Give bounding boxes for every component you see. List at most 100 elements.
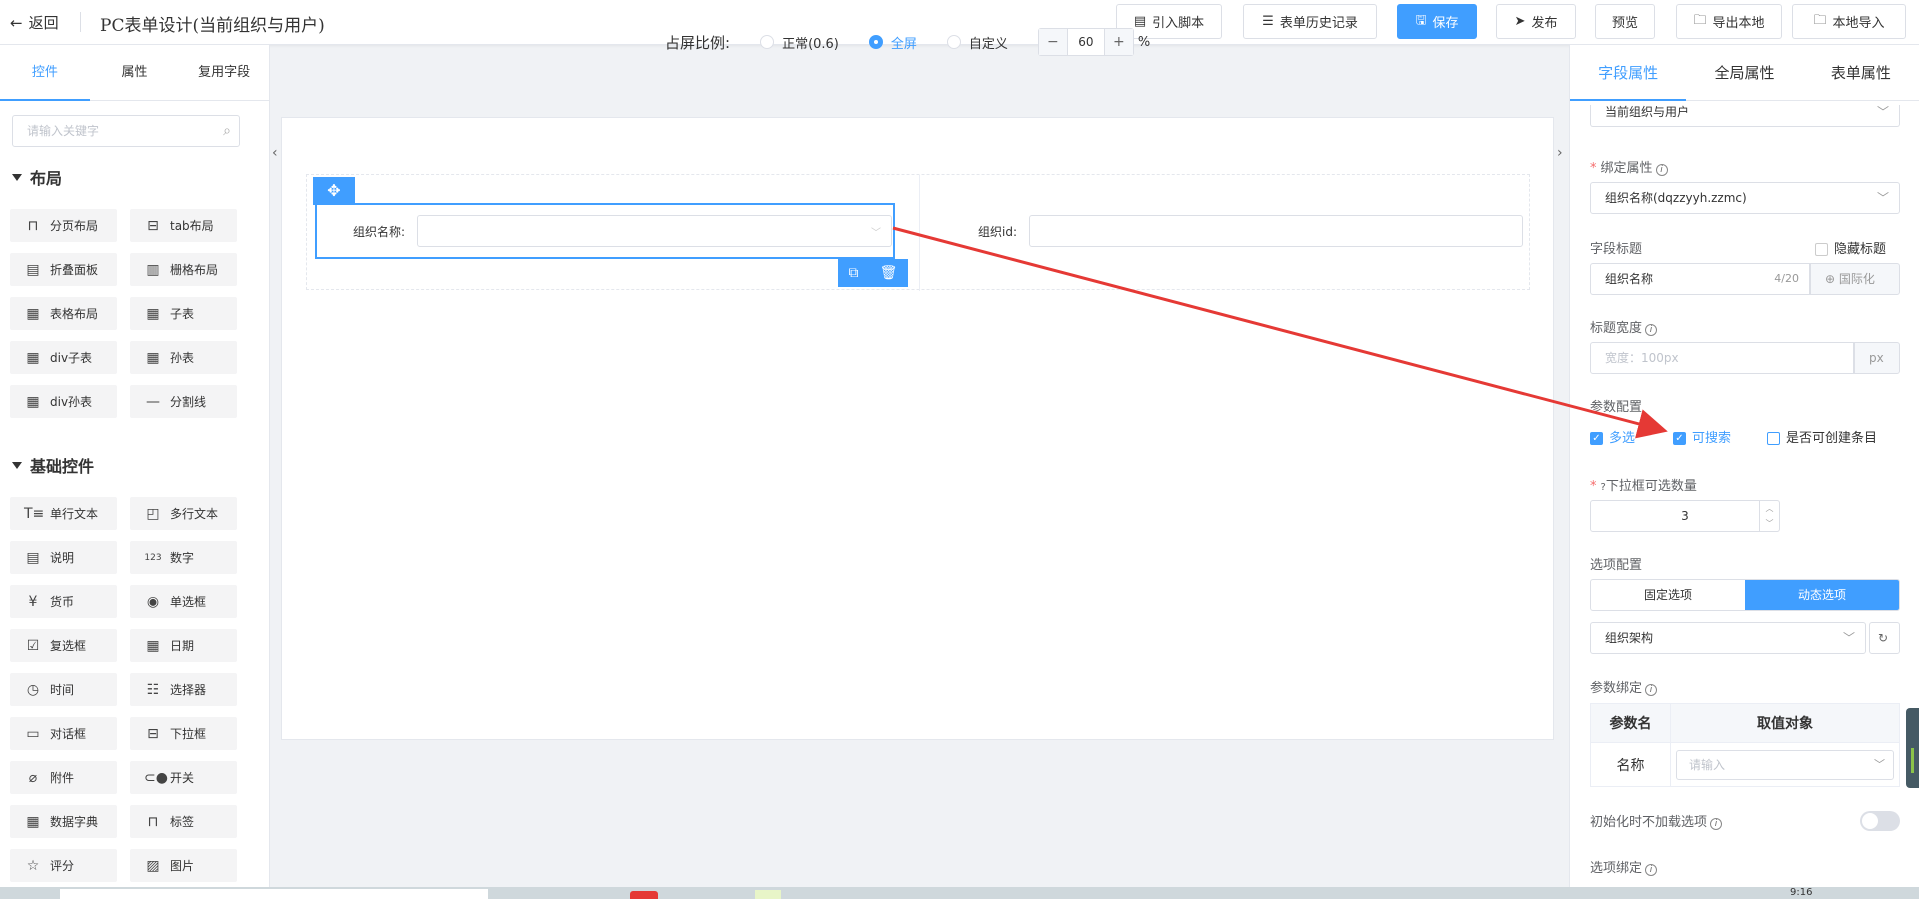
control-table-layout[interactable]: ▦ 表格布局 xyxy=(10,297,117,330)
bind-attr-select[interactable]: 组织名称(dqzzyyh.zzmc) ﹀ xyxy=(1590,182,1900,214)
org-id-input[interactable] xyxy=(1029,215,1523,247)
control-number[interactable]: 123 数字 xyxy=(130,541,237,574)
control-div-grandchild-table[interactable]: ▦ div孙表 xyxy=(10,385,117,418)
fixed-options-button[interactable]: 固定选项 xyxy=(1591,580,1745,610)
zoom-minus-button[interactable]: − xyxy=(1038,29,1067,55)
side-widget[interactable] xyxy=(1906,708,1919,788)
control-dialog[interactable]: ▭ 对话框 xyxy=(10,717,117,750)
ratio-fullscreen-radio[interactable] xyxy=(868,35,883,49)
control-rating[interactable]: ☆ 评分 xyxy=(10,849,117,882)
export-button[interactable]: 🗀 导出本地 xyxy=(1676,4,1782,39)
taskbar-app-icon[interactable] xyxy=(630,891,658,899)
collapse-right-icon[interactable]: › xyxy=(1557,145,1563,161)
check-icon: ✓ xyxy=(1590,432,1603,445)
back-button[interactable]: ← 返回 xyxy=(10,12,59,33)
org-name-select[interactable]: ﹀ xyxy=(417,215,892,247)
copy-icon[interactable]: ⧉ xyxy=(849,265,859,281)
table-icon: ▦ xyxy=(26,393,40,410)
control-tab-layout[interactable]: ⊟ tab布局 xyxy=(130,209,237,242)
bookmark-icon: ⊓ xyxy=(147,813,159,830)
title-width-unit: px xyxy=(1854,342,1900,374)
param-value-select[interactable]: 请输入 ﹀ xyxy=(1676,749,1894,780)
tab-form-properties[interactable]: 表单属性 xyxy=(1803,45,1919,100)
ratio-normal-radio[interactable] xyxy=(760,35,775,49)
delete-icon[interactable]: 🗑 xyxy=(880,265,898,281)
control-subtable[interactable]: ▦ 子表 xyxy=(130,297,237,330)
title-width-input[interactable]: 宽度：100px xyxy=(1590,342,1854,374)
save-button[interactable]: 🖫 保存 xyxy=(1397,4,1477,39)
zoom-plus-button[interactable]: + xyxy=(1104,29,1133,55)
import-local-button[interactable]: 🗀 本地导入 xyxy=(1792,4,1906,39)
control-checkbox[interactable]: ☑ 复选框 xyxy=(10,629,117,662)
creatable-checkbox[interactable]: 是否可创建条目 xyxy=(1767,427,1877,446)
control-type-select[interactable]: 当前组织与用户 ﹀ xyxy=(1590,105,1900,127)
control-grid-layout[interactable]: ▥ 栅格布局 xyxy=(130,253,237,286)
dynamic-options-button[interactable]: 动态选项 xyxy=(1745,580,1899,610)
control-description[interactable]: ▤ 说明 xyxy=(10,541,117,574)
info-icon[interactable]: i xyxy=(1645,864,1658,876)
control-div-subtable[interactable]: ▦ div子表 xyxy=(10,341,117,374)
tab-field-properties[interactable]: 字段属性 xyxy=(1570,45,1687,101)
control-data-dictionary[interactable]: ▦ 数据字典 xyxy=(10,805,117,838)
option-source-select[interactable]: 组织架构 ﹀ xyxy=(1590,622,1866,654)
control-multi-line-text[interactable]: ◰ 多行文本 xyxy=(130,497,237,530)
control-search-input[interactable]: 请输入关键字 ⌕ xyxy=(12,115,240,147)
info-icon[interactable]: i xyxy=(1710,818,1723,830)
tab-global-properties[interactable]: 全局属性 xyxy=(1686,45,1802,100)
taskbar-search[interactable] xyxy=(60,889,488,899)
dropdown-count-input[interactable]: 3 ︿ ﹀ xyxy=(1590,500,1780,532)
info-icon[interactable]: i xyxy=(1645,324,1658,336)
text-icon: T≡ xyxy=(24,505,45,522)
i18n-button[interactable]: ⊕ 国际化 xyxy=(1810,263,1900,295)
option-mode-toggle: 固定选项 动态选项 xyxy=(1590,579,1900,611)
selected-field-org-name[interactable]: 组织名称: ﹀ xyxy=(315,203,895,259)
control-divider[interactable]: — 分割线 xyxy=(130,385,237,418)
control-radio[interactable]: ◉ 单选框 xyxy=(130,585,237,618)
star-icon: ☆ xyxy=(26,857,40,874)
control-grandchild-table[interactable]: ▦ 孙表 xyxy=(130,341,237,374)
tab-reuse-fields[interactable]: 复用字段 xyxy=(179,45,269,100)
searchable-checkbox[interactable]: ✓ 可搜索 xyxy=(1673,427,1731,446)
section-basic-controls[interactable]: 基础控件 xyxy=(12,453,94,477)
field-label: 组织名称: xyxy=(353,225,406,239)
tab-controls[interactable]: 控件 xyxy=(0,45,90,101)
control-currency[interactable]: ¥ 货币 xyxy=(10,585,117,618)
control-single-line-text[interactable]: T≡ 单行文本 xyxy=(10,497,117,530)
field-action-bar: ⧉ 🗑 xyxy=(838,259,908,287)
screen-ratio-control: 占屏比例: 正常(0.6) 全屏 自定义 − 60 + % xyxy=(665,28,1150,56)
zoom-value[interactable]: 60 xyxy=(1066,29,1105,55)
move-icon[interactable]: ✥ xyxy=(313,177,355,205)
history-button[interactable]: ☰ 表单历史记录 xyxy=(1243,4,1377,39)
control-image[interactable]: ▨ 图片 xyxy=(130,849,237,882)
control-tag[interactable]: ⊓ 标签 xyxy=(130,805,237,838)
option-bind-label: 选项绑定 i xyxy=(1590,857,1658,876)
no-load-label: 初始化时不加载选项 i xyxy=(1590,811,1723,830)
control-attachment[interactable]: ⌀ 附件 xyxy=(10,761,117,794)
spinner-arrows-icon[interactable]: ︿ ﹀ xyxy=(1759,501,1779,531)
no-load-switch[interactable] xyxy=(1860,811,1900,831)
control-date[interactable]: ▦ 日期 xyxy=(130,629,237,662)
collapse-left-icon[interactable]: ‹ xyxy=(272,145,278,161)
number-icon: 123 xyxy=(144,552,162,563)
field-title-input[interactable]: 组织名称 4/20 xyxy=(1590,263,1810,295)
control-selector[interactable]: ☷ 选择器 xyxy=(130,673,237,706)
control-collapse-panel[interactable]: ▤ 折叠面板 xyxy=(10,253,117,286)
info-icon[interactable]: i xyxy=(1655,164,1668,176)
tab-properties[interactable]: 属性 xyxy=(90,45,180,100)
hide-title-checkbox[interactable]: 隐藏标题 xyxy=(1815,238,1886,257)
publish-button[interactable]: ➤ 发布 xyxy=(1496,4,1576,39)
refresh-button[interactable]: ↻ xyxy=(1869,622,1900,654)
param-bind-table: 参数名 取值对象 名称 请输入 ﹀ xyxy=(1590,703,1900,787)
form-canvas[interactable]: ✥ 组织名称: ﹀ ⧉ 🗑 组织id: xyxy=(281,117,1554,740)
check-icon: ✓ xyxy=(1673,432,1686,445)
control-switch[interactable]: ⊂● 开关 xyxy=(130,761,237,794)
control-dropdown[interactable]: ⊟ 下拉框 xyxy=(130,717,237,750)
multi-select-checkbox[interactable]: ✓ 多选 xyxy=(1590,427,1635,446)
control-page-layout[interactable]: ⊓ 分页布局 xyxy=(10,209,117,242)
info-icon[interactable]: i xyxy=(1645,684,1658,696)
ratio-custom-radio[interactable] xyxy=(946,35,961,49)
preview-button[interactable]: 预览 xyxy=(1595,4,1655,39)
taskbar-app-icon[interactable] xyxy=(755,890,781,899)
control-time[interactable]: ◷ 时间 xyxy=(10,673,117,706)
section-layout[interactable]: 布局 xyxy=(12,165,62,189)
